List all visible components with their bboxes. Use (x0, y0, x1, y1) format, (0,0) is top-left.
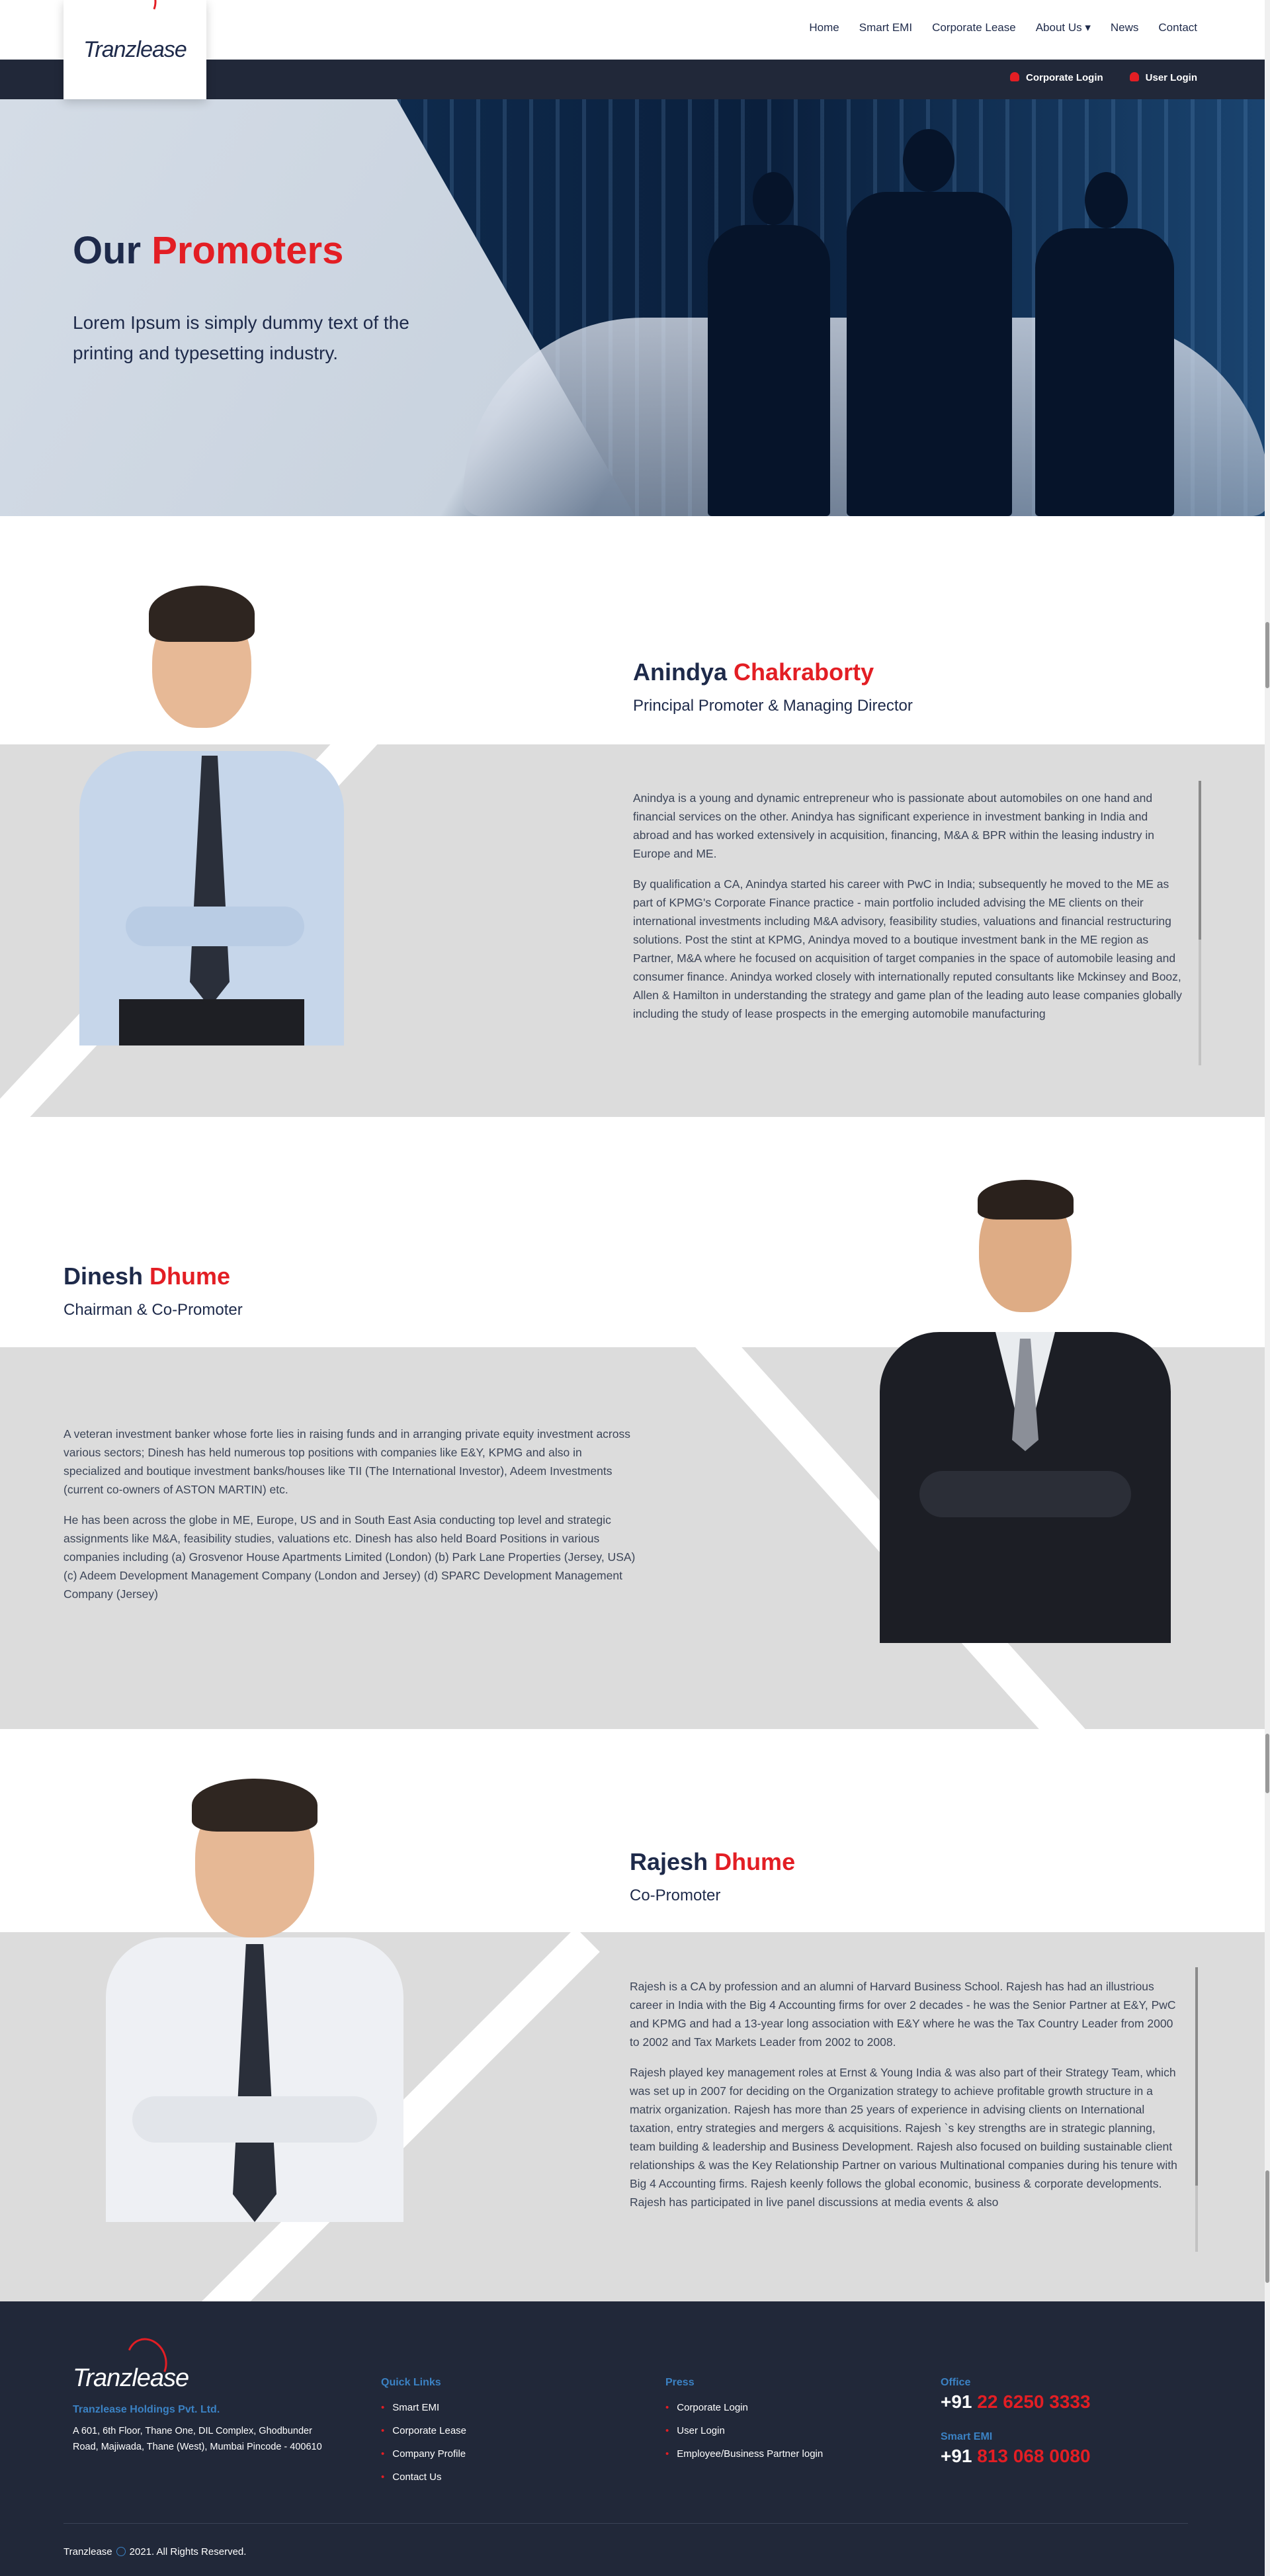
promoter-section-1: Anindya Chakraborty Principal Promoter &… (0, 516, 1270, 1117)
trousers (119, 999, 304, 1045)
press-heading: Press (665, 2377, 695, 2388)
hair (978, 1180, 1074, 1220)
page-scrollbar-thumb[interactable] (1265, 2170, 1269, 2283)
silhouette-man-right (1035, 228, 1174, 516)
smart-emi-label: Smart EMI (941, 2431, 993, 2442)
nav-home[interactable]: Home (809, 21, 839, 34)
nav-corporate-lease[interactable]: Corporate Lease (932, 21, 1016, 34)
hero-title: Our Promoters (73, 229, 344, 272)
footer-link-user-login[interactable]: User Login (665, 2425, 823, 2436)
site-footer: Tranzlease Tranzlease Holdings Pvt. Ltd.… (0, 2301, 1270, 2576)
bio-paragraph: Rajesh played key management roles at Er… (630, 2066, 1177, 2209)
corporate-login-label: Corporate Login (1025, 72, 1103, 83)
crossed-arms (126, 907, 304, 946)
hero-banner: Our Promoters Lorem Ipsum is simply dumm… (0, 99, 1270, 516)
logo-arc-icon (116, 0, 162, 25)
page-scrollbar-thumb[interactable] (1265, 1734, 1269, 1793)
bio-scrollbar-thumb[interactable] (1199, 781, 1201, 940)
silhouette-head (753, 172, 794, 225)
footer-link-company-profile[interactable]: Company Profile (381, 2448, 466, 2460)
bio-paragraph: By qualification a CA, Anindya started h… (633, 877, 1182, 1020)
site-logo[interactable]: Tranzlease (64, 0, 206, 99)
hero-subtitle: Lorem Ipsum is simply dummy text of the … (73, 312, 409, 363)
nav-about-us[interactable]: About Us ▾ (1036, 21, 1091, 34)
promoter-role: Principal Promoter & Managing Director (633, 697, 913, 715)
smart-emi-phone[interactable]: +91 813 068 0080 (941, 2446, 1091, 2467)
promoter-bio[interactable]: Anindya is a young and dynamic entrepren… (633, 789, 1182, 1067)
bio-paragraph: He has been across the globe in ME, Euro… (64, 1513, 636, 1601)
crossed-arms (919, 1471, 1131, 1517)
page-scrollbar-thumb[interactable] (1265, 622, 1269, 688)
bio-paragraph: Rajesh is a CA by profession and an alum… (630, 1980, 1176, 2049)
copyright: Tranzlease 2021. All Rights Reserved. (64, 2546, 247, 2557)
office-phone[interactable]: +91 22 6250 3333 (941, 2391, 1091, 2413)
hair (192, 1779, 318, 1832)
footer-company-name: Tranzlease Holdings Pvt. Ltd. (73, 2404, 220, 2415)
promoter-section-3: Rajesh Dhume Co-Promoter Rajesh is a CA … (0, 1729, 1270, 2301)
user-icon (1009, 72, 1019, 81)
quick-links-column: Quick Links Smart EMI Corporate Lease Co… (381, 2377, 466, 2495)
crossed-arms (132, 2096, 377, 2143)
page-scrollbar[interactable] (1265, 0, 1270, 2576)
copyright-icon (116, 2547, 126, 2556)
main-nav: Home Smart EMI Corporate Lease About Us … (809, 21, 1197, 34)
nav-news[interactable]: News (1111, 21, 1139, 34)
promoter-name: Anindya Chakraborty (633, 658, 874, 686)
user-login-link[interactable]: User Login (1129, 72, 1197, 83)
bio-paragraph: A veteran investment banker whose forte … (64, 1427, 630, 1496)
user-login-label: User Login (1145, 72, 1197, 83)
promoter-role: Co-Promoter (630, 1887, 721, 1904)
footer-link-corporate-lease[interactable]: Corporate Lease (381, 2425, 466, 2436)
footer-link-corporate-login[interactable]: Corporate Login (665, 2402, 823, 2413)
press-column: Press Corporate Login User Login Employe… (665, 2377, 823, 2471)
footer-link-contact-us[interactable]: Contact Us (381, 2471, 466, 2483)
office-label: Office (941, 2377, 971, 2388)
quick-links-heading: Quick Links (381, 2377, 441, 2388)
silhouette-head (903, 129, 954, 192)
footer-logo[interactable]: Tranzlease (73, 2364, 189, 2393)
corporate-login-link[interactable]: Corporate Login (1009, 72, 1103, 83)
user-icon (1129, 72, 1139, 81)
promoter-role: Chairman & Co-Promoter (64, 1301, 243, 1319)
footer-address: A 601, 6th Floor, Thane One, DIL Complex… (73, 2426, 322, 2452)
hair (149, 586, 255, 642)
promoter-photo-rajesh (106, 1779, 403, 2222)
promoter-bio[interactable]: Rajesh is a CA by profession and an alum… (630, 1977, 1182, 2255)
promoter-bio: A veteran investment banker whose forte … (64, 1425, 639, 1643)
top-navbar: Tranzlease Home Smart EMI Corporate Leas… (0, 0, 1270, 99)
silhouette-man-left (708, 225, 830, 516)
promoter-photo-dinesh (880, 1180, 1171, 1643)
promoter-photo-anindya (73, 582, 351, 1045)
nav-smart-emi[interactable]: Smart EMI (859, 21, 912, 34)
promoter-section-2: Dinesh Dhume Chairman & Co-Promoter A ve… (0, 1117, 1270, 1729)
footer-divider (64, 2523, 1188, 2524)
silhouette-head (1085, 172, 1128, 228)
silhouette-man-center (847, 192, 1012, 516)
footer-link-smart-emi[interactable]: Smart EMI (381, 2402, 466, 2413)
promoter-name: Rajesh Dhume (630, 1848, 796, 1875)
logo-text: Tranzlease (83, 36, 187, 62)
bio-scrollbar-thumb[interactable] (1195, 1967, 1198, 2186)
login-links: Corporate Login User Login (1009, 72, 1197, 83)
footer-link-employee-login[interactable]: Employee/Business Partner login (665, 2448, 823, 2460)
bio-paragraph: Anindya is a young and dynamic entrepren… (633, 791, 1154, 860)
nav-contact[interactable]: Contact (1158, 21, 1197, 34)
promoter-name: Dinesh Dhume (64, 1263, 231, 1290)
